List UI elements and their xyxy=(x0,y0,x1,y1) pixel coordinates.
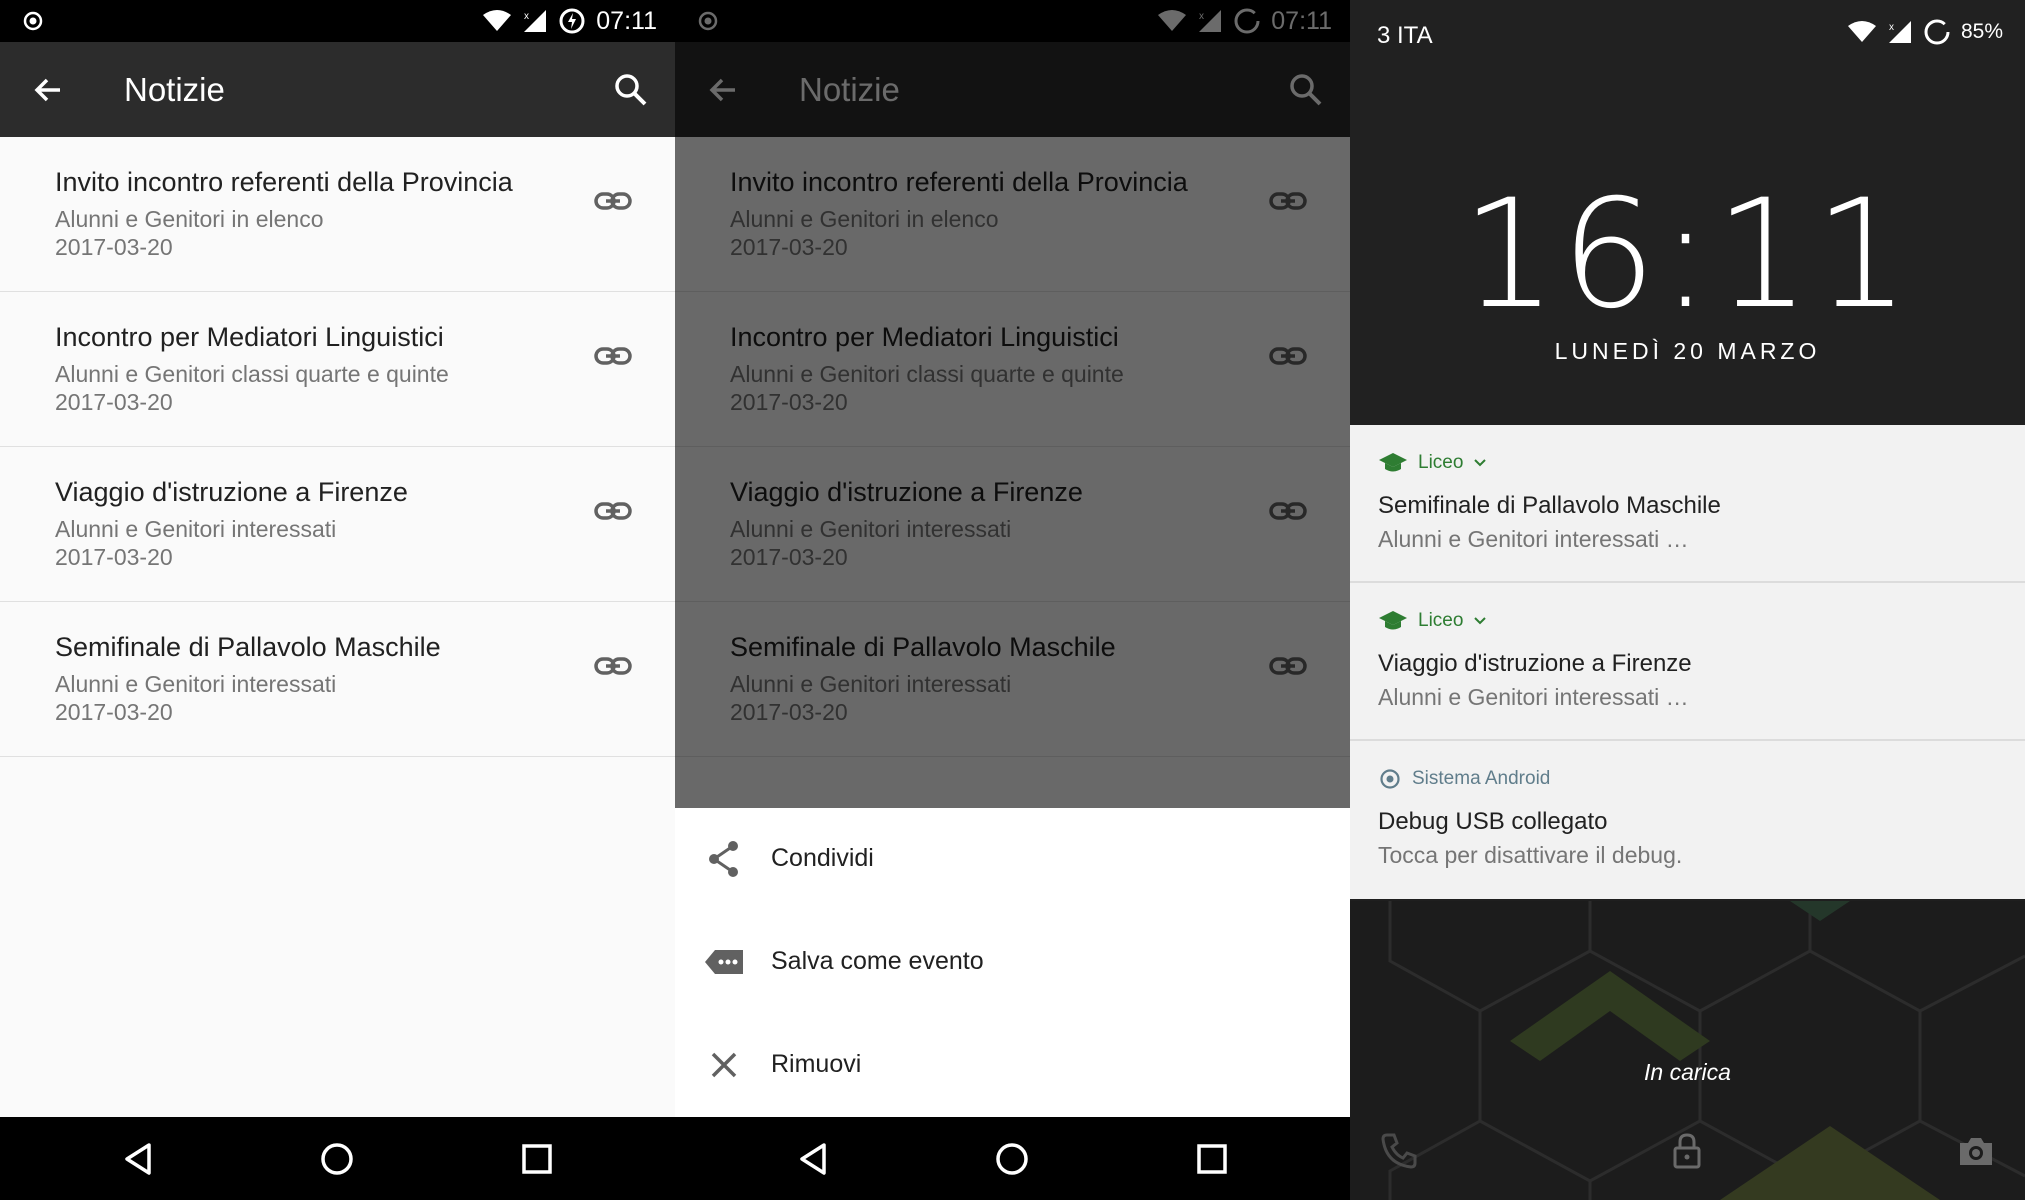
nav-bar xyxy=(675,1117,1350,1200)
notification-text: Alunni e Genitori interessati … xyxy=(1378,526,1689,552)
remove-button[interactable]: Rimuovi xyxy=(675,1014,1350,1117)
school-cap-icon xyxy=(1379,453,1407,472)
android-system-icon xyxy=(1380,769,1400,789)
charging-status: In carica xyxy=(1644,1059,1731,1085)
news-screen-with-sheet: x 07:11 Notizie Invito incontro referent… xyxy=(675,0,1350,1200)
link-icon[interactable] xyxy=(593,491,633,531)
notification-text: Alunni e Genitori interessati … xyxy=(1378,684,1689,710)
news-title: Semifinale di Pallavolo Maschile xyxy=(55,632,441,662)
news-audience: Alunni e Genitori in elenco xyxy=(55,206,324,232)
link-icon[interactable] xyxy=(593,336,633,376)
bottom-sheet: Condividi Salva come evento Rimuovi xyxy=(675,808,1350,1117)
save-event-label: Salva come evento xyxy=(771,947,984,975)
news-date: 2017-03-20 xyxy=(55,389,173,415)
nav-back-icon[interactable] xyxy=(117,1137,161,1181)
carrier-name: 3 ITA xyxy=(1377,22,1433,49)
news-date: 2017-03-20 xyxy=(55,544,173,570)
battery-icon xyxy=(559,8,585,34)
search-icon[interactable] xyxy=(611,70,651,110)
screens: x 07:11 Notizie Invito incontro referent… xyxy=(0,0,2025,1200)
phone-icon[interactable] xyxy=(1378,1130,1420,1172)
notification-title: Viaggio d'istruzione a Firenze xyxy=(1378,650,1692,677)
signal-icon: x xyxy=(1888,21,1911,43)
lock-clock: 16:11 xyxy=(1461,168,1914,342)
news-screen: x 07:11 Notizie Invito incontro referent… xyxy=(0,0,675,1200)
lock-icon[interactable] xyxy=(1666,1130,1708,1172)
nav-back-icon[interactable] xyxy=(792,1137,836,1181)
nav-recents-icon[interactable] xyxy=(1190,1137,1234,1181)
news-item[interactable]: Viaggio d'istruzione a Firenze Alunni e … xyxy=(0,447,675,602)
news-title: Viaggio d'istruzione a Firenze xyxy=(55,477,408,507)
news-audience: Alunni e Genitori interessati xyxy=(55,671,337,697)
notification-card[interactable]: Liceo Semifinale di Pallavolo Maschile A… xyxy=(1350,425,2025,583)
back-arrow-icon[interactable] xyxy=(30,72,66,108)
status-bar: x 07:11 xyxy=(0,0,675,42)
notification-title: Debug USB collegato xyxy=(1378,808,1608,835)
link-icon[interactable] xyxy=(593,646,633,686)
nav-home-icon[interactable] xyxy=(315,1137,359,1181)
news-list: Invito incontro referenti della Provinci… xyxy=(0,137,675,757)
notification-title: Semifinale di Pallavolo Maschile xyxy=(1378,492,1721,519)
lock-header: 3 ITA x 85% 16:11 LUNEDÌ 20 MARZO xyxy=(1350,0,2025,425)
svg-text:x: x xyxy=(1889,22,1894,33)
news-audience: Alunni e Genitori classi quarte e quinte xyxy=(55,361,449,387)
close-icon xyxy=(711,1052,737,1078)
wifi-icon xyxy=(483,10,512,31)
news-title: Invito incontro referenti della Provinci… xyxy=(55,167,513,197)
link-icon[interactable] xyxy=(593,181,633,221)
news-item[interactable]: Incontro per Mediatori Linguistici Alunn… xyxy=(0,292,675,447)
event-label-icon xyxy=(705,950,743,974)
news-item[interactable]: Semifinale di Pallavolo Maschile Alunni … xyxy=(0,602,675,757)
nav-bar xyxy=(0,1117,675,1200)
page-title: Notizie xyxy=(124,71,225,108)
battery-icon xyxy=(1924,19,1950,45)
notification-dot-icon xyxy=(23,11,43,31)
news-title: Incontro per Mediatori Linguistici xyxy=(55,322,444,352)
chevron-down-icon[interactable] xyxy=(1473,458,1487,468)
nav-recents-icon[interactable] xyxy=(515,1137,559,1181)
school-cap-icon xyxy=(1379,611,1407,630)
camera-icon[interactable] xyxy=(1955,1130,1997,1172)
svg-text:x: x xyxy=(524,11,529,22)
notification-text: Tocca per disattivare il debug. xyxy=(1378,842,1683,868)
news-date: 2017-03-20 xyxy=(55,234,173,260)
share-button[interactable]: Condividi xyxy=(675,808,1350,911)
signal-icon: x xyxy=(524,10,547,32)
wifi-icon xyxy=(1847,21,1876,42)
status-time: 07:11 xyxy=(596,6,657,35)
lock-screen: 3 ITA x 85% 16:11 LUNEDÌ 20 MARZO Liceo … xyxy=(1350,0,2025,1200)
share-icon xyxy=(709,841,738,877)
save-event-button[interactable]: Salva come evento xyxy=(675,911,1350,1014)
notification-app-name: Liceo xyxy=(1418,610,1464,631)
notification-card[interactable]: Liceo Viaggio d'istruzione a Firenze Alu… xyxy=(1350,583,2025,741)
notification-app-name: Liceo xyxy=(1418,452,1464,473)
chevron-down-icon[interactable] xyxy=(1473,616,1487,626)
lock-date: LUNEDÌ 20 MARZO xyxy=(1554,338,1821,364)
battery-percent: 85% xyxy=(1960,20,2003,43)
news-audience: Alunni e Genitori interessati xyxy=(55,516,337,542)
news-date: 2017-03-20 xyxy=(55,699,173,725)
dim-scrim[interactable] xyxy=(675,0,1350,808)
remove-label: Rimuovi xyxy=(771,1050,862,1078)
notification-app-name: Sistema Android xyxy=(1412,768,1551,789)
app-bar: Notizie xyxy=(0,42,675,137)
news-item[interactable]: Invito incontro referenti della Provinci… xyxy=(0,137,675,292)
nav-home-icon[interactable] xyxy=(990,1137,1034,1181)
notification-list: Liceo Semifinale di Pallavolo Maschile A… xyxy=(1350,425,2025,899)
share-label: Condividi xyxy=(771,844,874,872)
notification-card[interactable]: Sistema Android Debug USB collegato Tocc… xyxy=(1350,741,2025,899)
